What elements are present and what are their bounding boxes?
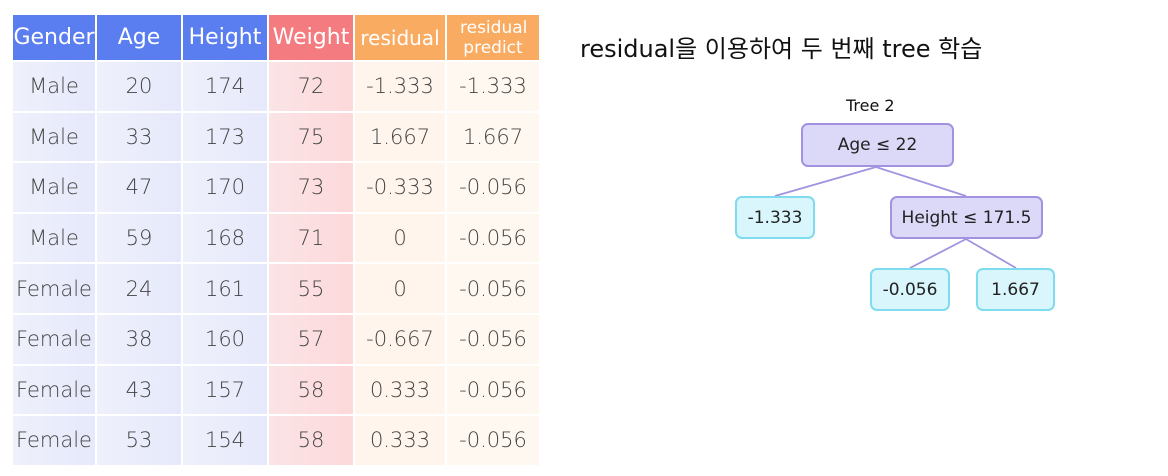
tree-leaf-right-left: -0.056 bbox=[870, 268, 950, 311]
edge-root-left bbox=[774, 166, 877, 197]
edge-split-right bbox=[965, 238, 1017, 269]
tree-leaf-left: -1.333 bbox=[735, 196, 815, 239]
tree-split-height-label: Height ≤ 171.5 bbox=[901, 207, 1032, 228]
tree-leaf-right-left-label: -0.056 bbox=[882, 279, 938, 300]
edge-split-left bbox=[909, 238, 967, 269]
tree-root-node: Age ≤ 22 bbox=[801, 123, 954, 167]
tree-root-label: Age ≤ 22 bbox=[837, 135, 918, 155]
edge-root-right bbox=[875, 166, 967, 197]
tree-split-height-node: Height ≤ 171.5 bbox=[890, 196, 1043, 239]
tree-leaf-right-right-label: 1.667 bbox=[991, 279, 1040, 300]
tree-leaf-left-label: -1.333 bbox=[747, 207, 803, 228]
tree-leaf-right-right: 1.667 bbox=[976, 268, 1055, 311]
